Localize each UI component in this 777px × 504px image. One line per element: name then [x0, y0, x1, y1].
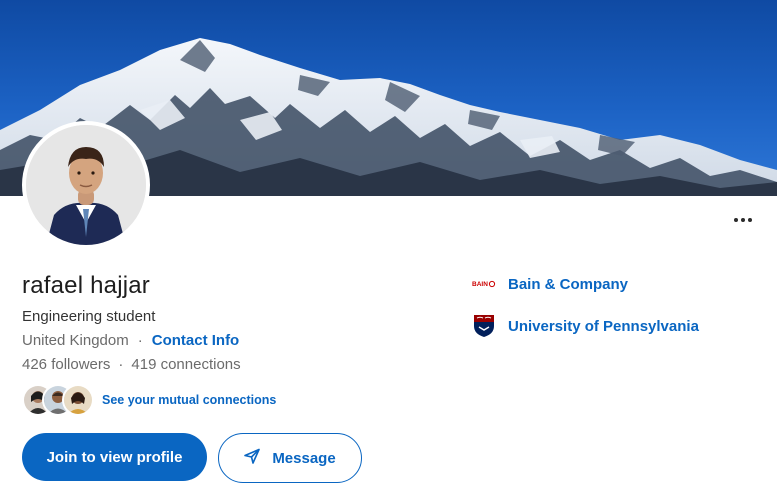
location-row: United Kingdom · Contact Info	[22, 332, 239, 349]
separator-dot: ·	[137, 332, 143, 349]
connections-count: 419 connections	[131, 356, 241, 373]
mutual-connections[interactable]: See your mutual connections	[22, 384, 276, 416]
contact-info-link[interactable]: Contact Info	[152, 332, 240, 349]
ellipsis-icon	[734, 218, 738, 222]
join-to-view-profile-button[interactable]: Join to view profile	[22, 433, 207, 481]
profile-avatar[interactable]	[22, 121, 150, 249]
experience-item-bain[interactable]: BAIN Bain & Company	[472, 272, 628, 296]
mutual-avatar	[62, 384, 94, 416]
svg-text:BAIN: BAIN	[472, 281, 488, 288]
profile-headline: Engineering student	[22, 308, 156, 325]
bain-logo-icon: BAIN	[472, 272, 496, 296]
message-button[interactable]: Message	[218, 433, 362, 483]
send-icon	[244, 448, 261, 468]
more-options-button[interactable]	[727, 207, 759, 233]
followers-count: 426 followers	[22, 356, 111, 373]
mutual-connections-link[interactable]: See your mutual connections	[102, 393, 276, 407]
penn-shield-icon	[472, 314, 496, 338]
location-text: United Kingdom	[22, 332, 129, 349]
company-name: Bain & Company	[508, 275, 629, 293]
separator-dot: ·	[118, 356, 124, 373]
mutual-avatars	[22, 384, 94, 416]
avatar-photo	[26, 125, 146, 245]
education-item-penn[interactable]: University of Pennsylvania	[472, 314, 699, 338]
network-stats: 426 followers · 419 connections	[22, 356, 241, 373]
message-label: Message	[272, 449, 336, 467]
school-name: University of Pennsylvania	[508, 317, 699, 335]
profile-name: rafael hajjar	[22, 272, 151, 299]
